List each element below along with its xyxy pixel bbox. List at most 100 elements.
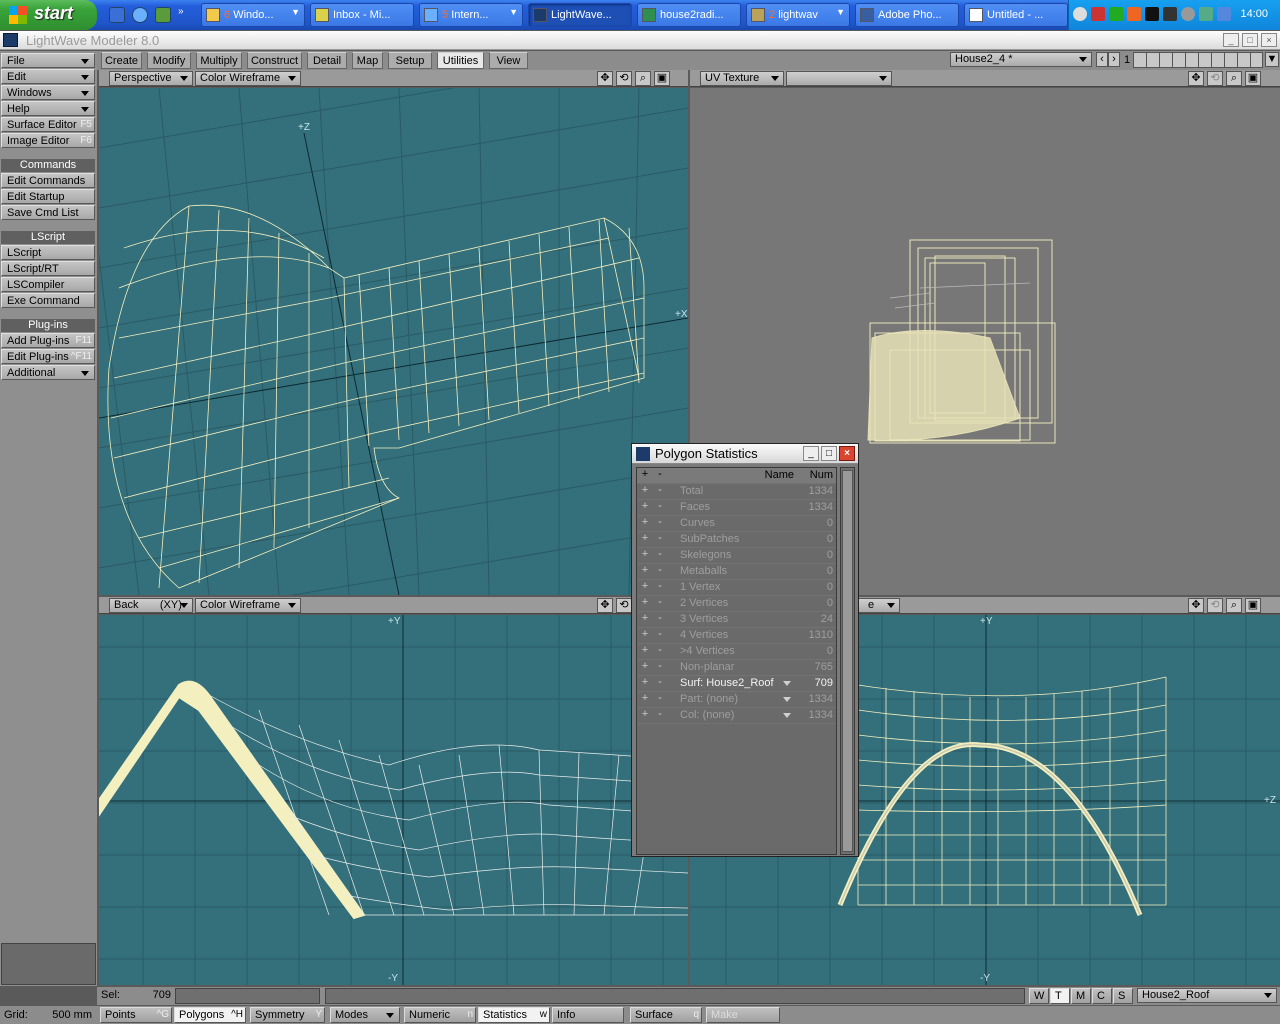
tray-arrow-icon[interactable] xyxy=(1073,7,1087,21)
edit-plugins-button[interactable]: Edit Plug-ins ^F11 xyxy=(1,349,95,364)
task-photoshop[interactable]: Adobe Pho... xyxy=(855,3,959,27)
lscript-rt-button[interactable]: LScript/RT xyxy=(1,261,95,276)
task-house2radi[interactable]: house2radi... xyxy=(637,3,741,27)
statistics-row[interactable]: + - 4 Vertices 1310 xyxy=(637,628,836,644)
tab-detail[interactable]: Detail xyxy=(307,52,347,69)
row-dropdown-arrow-icon[interactable] xyxy=(783,681,791,686)
maximize-view-icon[interactable]: ▣ xyxy=(1245,71,1261,86)
modes-menu[interactable]: Modes xyxy=(330,1007,400,1023)
task-untitled[interactable]: Untitled - ... xyxy=(964,3,1068,27)
scrollbar-thumb[interactable] xyxy=(842,470,853,852)
row-select-plus[interactable]: + xyxy=(639,516,651,531)
desktop-icon[interactable] xyxy=(109,7,125,23)
view-type-select[interactable]: Perspective xyxy=(109,71,193,86)
row-select-plus[interactable]: + xyxy=(639,628,651,643)
rotate-view-icon[interactable]: ⟲ xyxy=(1207,598,1223,613)
polygons-mode-button[interactable]: Polygons ^H xyxy=(174,1007,246,1023)
exe-command-button[interactable]: Exe Command xyxy=(1,293,95,308)
statistics-row[interactable]: + - Part: (none) 1334 xyxy=(637,692,836,708)
viewport-back[interactable]: +Y -Y -X xyxy=(99,615,688,985)
move-view-icon[interactable]: ✥ xyxy=(597,598,613,613)
row-select-minus[interactable]: - xyxy=(654,660,666,675)
col-minus-header[interactable]: - xyxy=(654,468,666,483)
quicklaunch-more-icon[interactable]: » xyxy=(178,6,184,17)
render-mode-select[interactable]: Color Wireframe xyxy=(195,598,301,613)
row-select-minus[interactable]: - xyxy=(654,564,666,579)
row-select-plus[interactable]: + xyxy=(639,692,651,707)
row-select-plus[interactable]: + xyxy=(639,548,651,563)
statistics-row[interactable]: + - SubPatches 0 xyxy=(637,532,836,548)
tab-create[interactable]: Create xyxy=(101,52,142,69)
w-button[interactable]: W xyxy=(1029,988,1049,1004)
uv-sub-select[interactable] xyxy=(786,71,892,86)
row-select-plus[interactable]: + xyxy=(639,580,651,595)
row-select-plus[interactable]: + xyxy=(639,596,651,611)
col-plus-header[interactable]: + xyxy=(639,468,651,483)
row-select-minus[interactable]: - xyxy=(654,676,666,691)
row-select-plus[interactable]: + xyxy=(639,532,651,547)
move-view-icon[interactable]: ✥ xyxy=(1188,71,1204,86)
file-menu[interactable]: File xyxy=(1,53,95,68)
tray-app-icon[interactable] xyxy=(1145,7,1159,21)
tab-multiply[interactable]: Multiply xyxy=(196,52,242,69)
row-select-minus[interactable]: - xyxy=(654,580,666,595)
row-select-minus[interactable]: - xyxy=(654,548,666,563)
row-dropdown-arrow-icon[interactable] xyxy=(783,697,791,702)
tray-app-icon[interactable] xyxy=(1109,7,1123,21)
row-select-plus[interactable]: + xyxy=(639,644,651,659)
zoom-view-icon[interactable]: ⌕ xyxy=(635,71,651,86)
rotate-view-icon[interactable]: ⟲ xyxy=(616,71,632,86)
numeric-button[interactable]: Numeric n xyxy=(404,1007,476,1023)
row-select-plus[interactable]: + xyxy=(639,660,651,675)
symmetry-button[interactable]: Symmetry Y xyxy=(250,1007,325,1023)
statistics-row[interactable]: + - Total 1334 xyxy=(637,484,836,500)
windows-menu[interactable]: Windows xyxy=(1,85,95,100)
row-select-minus[interactable]: - xyxy=(654,516,666,531)
row-select-minus[interactable]: - xyxy=(654,596,666,611)
statistics-row[interactable]: + - >4 Vertices 0 xyxy=(637,644,836,660)
statistics-row[interactable]: + - Faces 1334 xyxy=(637,500,836,516)
zoom-view-icon[interactable]: ⌕ xyxy=(1226,598,1242,613)
row-select-plus[interactable]: + xyxy=(639,564,651,579)
m-button[interactable]: M xyxy=(1071,988,1091,1004)
tray-app-icon[interactable] xyxy=(1127,7,1141,21)
info-button[interactable]: Info xyxy=(552,1007,624,1023)
edit-commands-button[interactable]: Edit Commands xyxy=(1,173,95,188)
statistics-row[interactable]: + - Surf: House2_Roof 709 xyxy=(637,676,836,692)
maximize-button[interactable]: □ xyxy=(1242,33,1258,47)
tab-construct[interactable]: Construct xyxy=(247,52,302,69)
row-select-minus[interactable]: - xyxy=(654,484,666,499)
layer-bank[interactable] xyxy=(1133,52,1263,68)
save-cmd-list-button[interactable]: Save Cmd List xyxy=(1,205,95,220)
row-dropdown-arrow-icon[interactable] xyxy=(783,713,791,718)
additional-menu[interactable]: Additional xyxy=(1,365,95,380)
rotate-view-icon[interactable]: ⟲ xyxy=(1207,71,1223,86)
uv-map-select[interactable]: UV Texture xyxy=(700,71,784,86)
dialog-scrollbar[interactable] xyxy=(840,467,855,855)
row-select-plus[interactable]: + xyxy=(639,484,651,499)
zoom-view-icon[interactable]: ⌕ xyxy=(1226,71,1242,86)
surface-select[interactable]: House2_Roof xyxy=(1137,988,1277,1003)
statistics-row[interactable]: + - Skelegons 0 xyxy=(637,548,836,564)
rotate-view-icon[interactable]: ⟲ xyxy=(616,598,632,613)
image-editor-button[interactable]: Image Editor F6 xyxy=(1,133,95,148)
task-windows-explorer[interactable]: 6 Windo... ▼ xyxy=(201,3,305,27)
outlook-icon[interactable] xyxy=(155,7,171,23)
row-select-plus[interactable]: + xyxy=(639,612,651,627)
row-select-plus[interactable]: + xyxy=(639,500,651,515)
tray-app-icon[interactable] xyxy=(1163,7,1177,21)
statistics-row[interactable]: + - Non-planar 765 xyxy=(637,660,836,676)
statistics-row[interactable]: + - 3 Vertices 24 xyxy=(637,612,836,628)
tab-modify[interactable]: Modify xyxy=(147,52,191,69)
row-select-minus[interactable]: - xyxy=(654,612,666,627)
network-icon[interactable] xyxy=(1199,7,1213,21)
points-mode-button[interactable]: Points ^G xyxy=(100,1007,172,1023)
help-menu[interactable]: Help xyxy=(1,101,95,116)
task-internet-explorer[interactable]: 5 Intern... ▼ xyxy=(419,3,523,27)
start-button[interactable]: start xyxy=(0,0,97,30)
view-type-select[interactable]: Back (XY) xyxy=(109,598,193,613)
row-select-minus[interactable]: - xyxy=(654,708,666,723)
tab-map[interactable]: Map xyxy=(352,52,383,69)
row-select-minus[interactable]: - xyxy=(654,644,666,659)
tab-view[interactable]: View xyxy=(489,52,528,69)
